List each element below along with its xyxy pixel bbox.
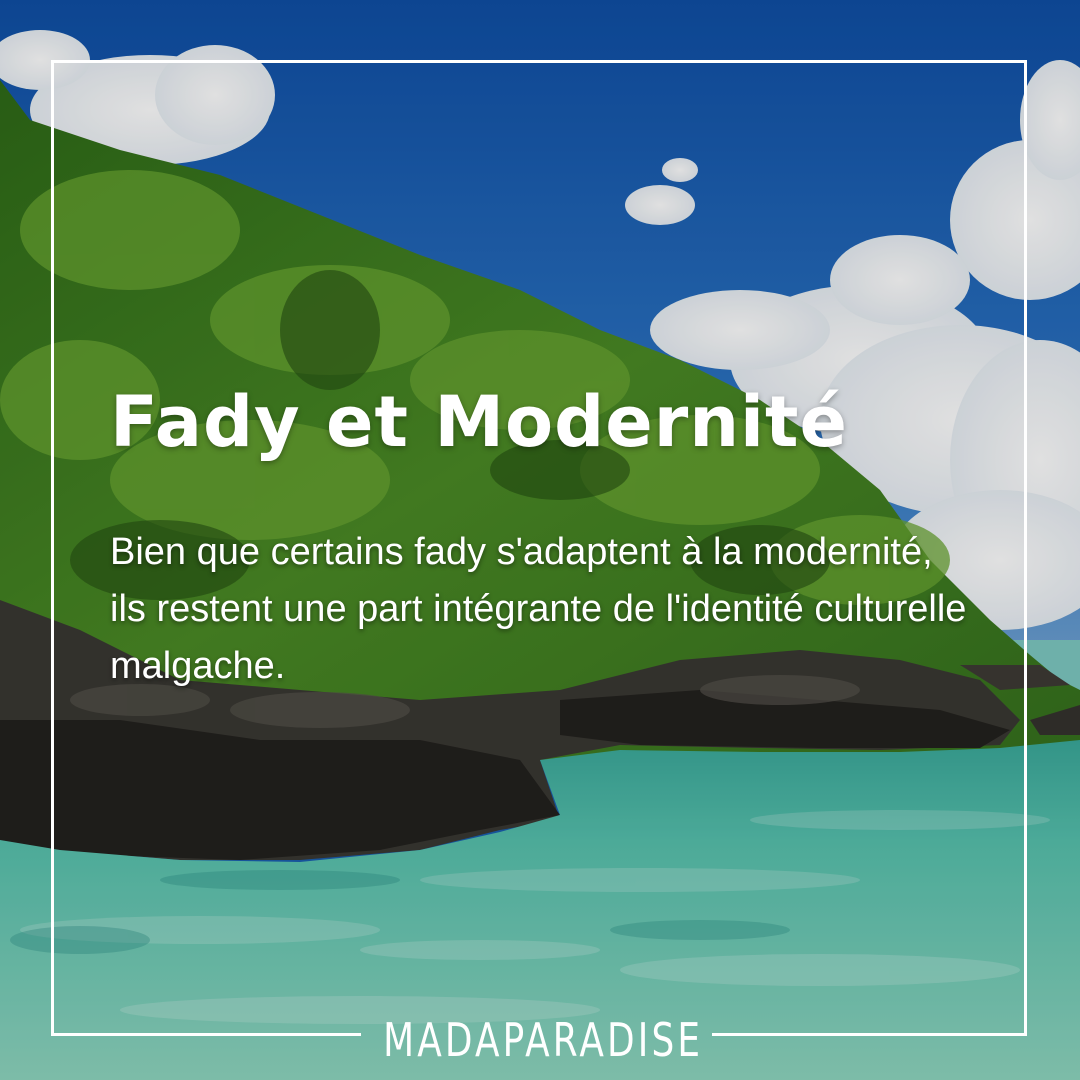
post-body-text: Bien que certains fady s'adaptent à la m…: [110, 531, 967, 687]
instagram-post: Fady et Modernité Bien que certains fady…: [0, 0, 1080, 1080]
post-title: Fady et Modernité: [110, 381, 848, 463]
brand-logo: MADAPARADISE: [378, 1010, 708, 1070]
frame-bottom-left-line: [51, 1033, 361, 1036]
frame-bottom-right-line: [712, 1033, 1027, 1036]
